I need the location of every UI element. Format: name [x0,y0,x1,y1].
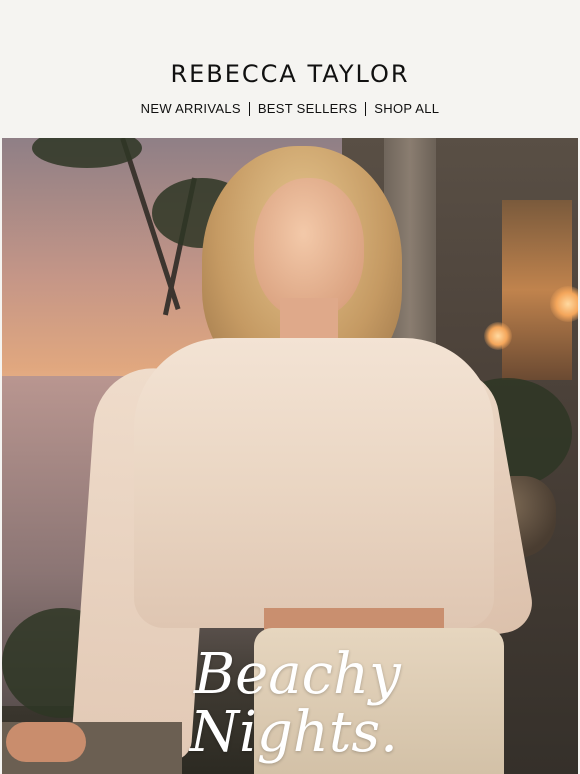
headline-line-1: Beachy [194,642,401,707]
email-header: REBECCA TAYLOR NEW ARRIVALS BEST SELLERS… [0,0,580,138]
model-hand [6,722,86,762]
lamp-glow [550,286,578,322]
blouse [134,338,494,628]
nav-new-arrivals[interactable]: NEW ARRIVALS [135,101,247,116]
nav-shop-all[interactable]: SHOP ALL [368,101,445,116]
hero-banner[interactable]: Beachy Nights. [2,138,578,774]
nav-divider [365,101,367,116]
model-face [254,178,364,318]
nav-best-sellers[interactable]: BEST SELLERS [252,101,363,116]
top-nav: NEW ARRIVALS BEST SELLERS SHOP ALL [0,101,580,116]
hero-headline: Beachy Nights. [190,642,514,762]
brand-logo[interactable]: REBECCA TAYLOR [0,60,580,88]
nav-divider [248,101,250,116]
headline-line-2: Nights. [190,700,398,765]
